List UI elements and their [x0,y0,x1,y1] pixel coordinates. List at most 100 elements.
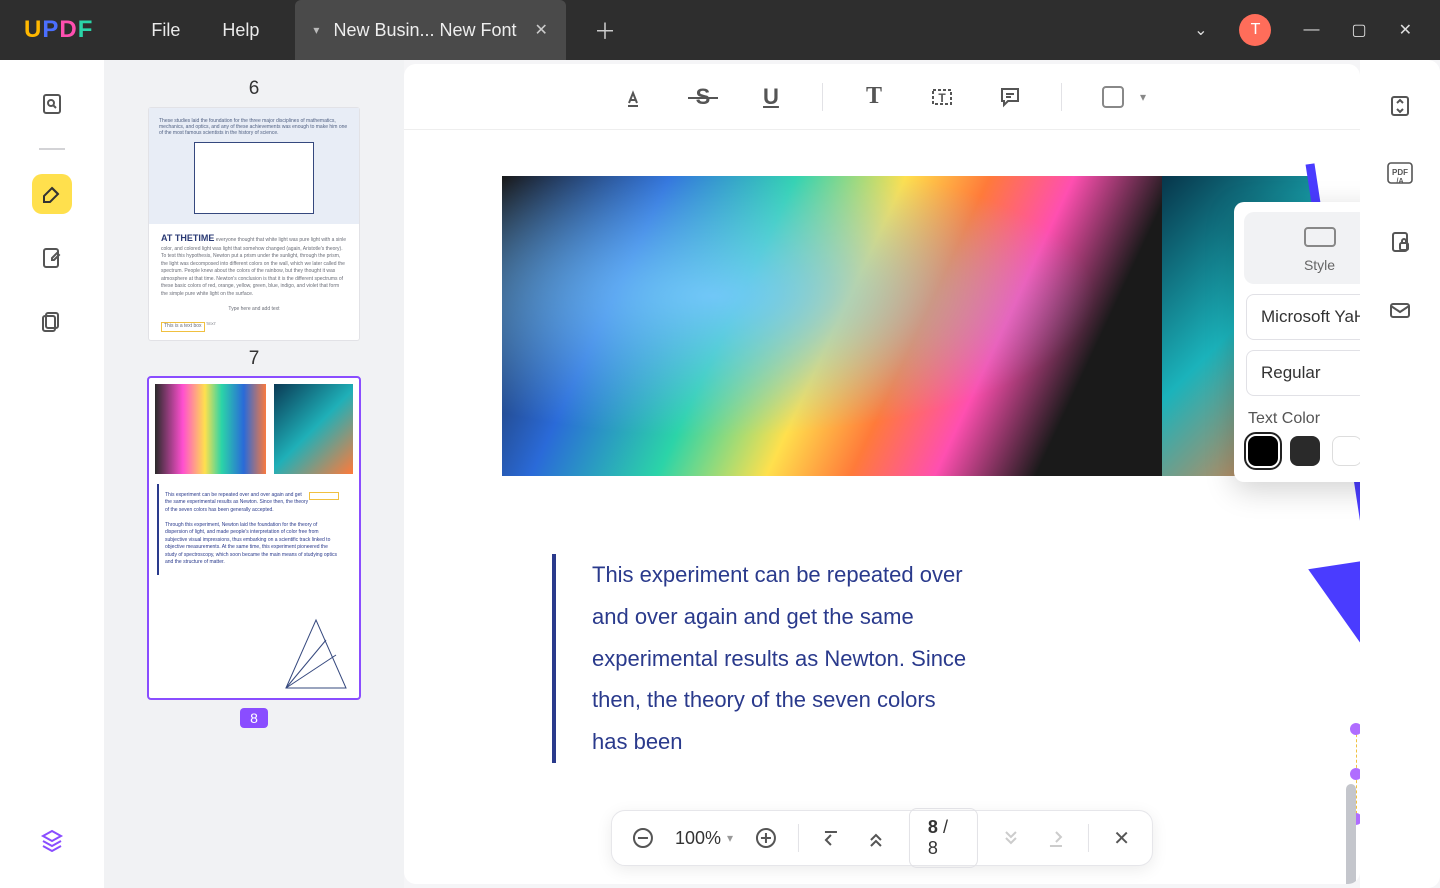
convert-button[interactable] [1382,88,1418,124]
pages-icon [40,310,64,334]
layers-icon [40,828,64,852]
tab-dropdown-icon[interactable]: ▾ [313,23,319,37]
thumb6-heading: AT THETIME [161,233,214,243]
textbox-icon: T [930,85,954,109]
chevron-up-double-icon [866,828,886,848]
document-tab[interactable]: ▾ New Busin... New Font ✕ [295,0,566,60]
thumbnail-page-6[interactable]: These studies laid the foundation for th… [149,108,359,340]
protect-button[interactable] [1382,224,1418,260]
annotate-button[interactable] [32,174,72,214]
zoom-out-button[interactable] [630,824,655,852]
window-maximize-icon[interactable]: ▢ [1351,20,1366,40]
svg-text:/A: /A [1397,178,1404,185]
plus-circle-icon [755,827,777,849]
convert-icon [1388,94,1412,118]
comment-tool[interactable] [993,80,1027,114]
prev-page-button[interactable] [864,824,889,852]
thumbnail-panel: 6 These studies laid the foundation for … [104,60,404,888]
thumb6-header: These studies laid the foundation for th… [149,108,359,224]
envelope-icon [1388,298,1412,322]
page-view[interactable]: This experiment can be repeated over and… [452,154,1312,868]
zoom-in-button[interactable] [753,824,778,852]
textbox-object[interactable]: This is a text box [1356,729,1360,819]
text-properties-popover: Style Aa Font Microsoft YaHei ▾ Regular … [1234,202,1360,482]
underline-tool[interactable]: U [754,80,788,114]
last-page-button [1043,824,1068,852]
canvas-area: S U T T ▾ This experiment can be repeate… [404,64,1360,884]
shape-dropdown-icon[interactable]: ▾ [1140,90,1146,104]
dropdown-icon[interactable]: ⌄ [1194,20,1207,40]
window-close-icon[interactable]: ✕ [1399,20,1412,40]
tab-title: New Busin... New Font [333,20,516,41]
left-sidebar [0,60,104,888]
toolbar-separator [822,83,823,111]
toolbar-separator-2 [1061,83,1062,111]
zoom-level[interactable]: 100% ▾ [675,828,733,849]
highlight-icon [623,85,647,109]
new-tab-button[interactable]: ＋ [594,14,616,46]
pdfa-icon: PDF/A [1385,160,1415,188]
edit-button[interactable] [32,238,72,278]
layers-button[interactable] [32,820,72,860]
first-page-icon [821,828,841,848]
color-swatch-dark[interactable] [1290,436,1320,466]
close-zoombar-button[interactable]: ✕ [1109,824,1134,852]
comment-icon [998,85,1022,109]
current-page: 8 [928,817,938,837]
zoom-page-bar: 100% ▾ 8 / 8 ✕ [611,810,1153,866]
menu-file[interactable]: File [151,20,180,41]
page-indicator[interactable]: 8 / 8 [909,808,978,868]
popover-tab-style-label: Style [1244,257,1360,273]
tab-close-icon[interactable]: ✕ [535,20,548,40]
text-color-label: Text Color [1248,410,1360,428]
app-logo: UPDF [24,16,93,44]
style-glyph-icon [1244,226,1360,255]
zoom-value: 100% [675,828,721,849]
page-sep: / [938,817,948,837]
thumbnail-page-8[interactable]: This experiment can be repeated over and… [149,378,359,698]
window-minimize-icon[interactable]: — [1303,21,1319,39]
edit-page-icon [40,246,64,270]
chevron-down-double-icon [1001,828,1021,848]
font-weight-value: Regular [1261,363,1321,383]
svg-text:T: T [938,91,946,105]
text-color-swatches [1248,436,1360,466]
highlighter-icon [40,182,64,206]
total-pages: 8 [928,838,938,858]
rail-separator [39,148,65,150]
color-swatch-black[interactable] [1248,436,1278,466]
body-paragraph: This experiment can be repeated over and… [552,554,972,763]
page-number-7: 7 [104,348,404,370]
chevron-down-icon: ▾ [727,831,733,845]
page-badge-8: 8 [240,708,268,728]
vertical-scrollbar[interactable] [1346,784,1356,884]
minus-circle-icon [631,827,653,849]
pdfa-button[interactable]: PDF/A [1382,156,1418,192]
close-icon: ✕ [1113,826,1130,851]
hero-image-left [502,176,1204,476]
lock-file-icon [1388,230,1412,254]
search-button[interactable] [32,84,72,124]
highlight-tool[interactable] [618,80,652,114]
shape-tool[interactable] [1096,80,1130,114]
first-page-button[interactable] [819,824,844,852]
pages-button[interactable] [32,302,72,342]
font-family-select[interactable]: Microsoft YaHei ▾ [1246,294,1360,340]
popover-tab-style[interactable]: Style [1244,212,1360,284]
right-sidebar: PDF/A [1360,60,1440,888]
svg-text:PDF: PDF [1392,168,1408,177]
search-icon [40,92,64,116]
strikethrough-tool[interactable]: S [686,80,720,114]
text-tool[interactable]: T [857,80,891,114]
font-family-value: Microsoft YaHei [1261,307,1360,327]
textbox-tool[interactable]: T [925,80,959,114]
user-avatar[interactable]: T [1239,14,1271,46]
next-page-button [998,824,1023,852]
font-weight-select[interactable]: Regular ▾ [1246,350,1360,396]
menu-help[interactable]: Help [222,20,259,41]
annotation-toolbar: S U T T ▾ [404,64,1360,130]
last-page-icon [1046,828,1066,848]
page-number-6: 6 [104,78,404,100]
share-button[interactable] [1382,292,1418,328]
color-swatch-white[interactable] [1332,436,1360,466]
